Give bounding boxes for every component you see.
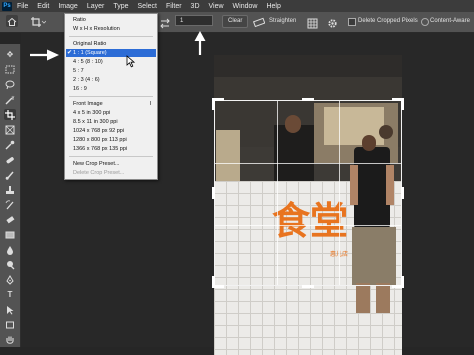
lasso-tool-icon[interactable] bbox=[4, 79, 16, 90]
marquee-tool-icon[interactable] bbox=[4, 64, 16, 75]
dodge-tool-icon[interactable] bbox=[4, 259, 16, 270]
dropdown-item-1024x768[interactable]: 1024 x 768 px 92 ppi bbox=[66, 127, 156, 135]
swap-dimensions-icon[interactable] bbox=[159, 16, 171, 29]
dropdown-item-wxh-resolution[interactable]: W x H x Resolution bbox=[66, 25, 156, 33]
clear-button[interactable]: Clear bbox=[222, 15, 249, 28]
dropdown-item-2-3[interactable]: 2 : 3 (4 : 6) bbox=[66, 76, 156, 84]
dropdown-item-delete-crop-preset: Delete Crop Preset... bbox=[73, 170, 125, 176]
dropdown-item-4x5-300ppi[interactable]: 4 x 5 in 300 ppi bbox=[66, 109, 156, 117]
dropdown-separator bbox=[69, 156, 153, 157]
dropdown-item-8-5x11-300ppi[interactable]: 8.5 x 11 in 300 ppi bbox=[66, 118, 156, 126]
settings-gear-icon[interactable] bbox=[327, 16, 338, 28]
history-brush-tool-icon[interactable] bbox=[4, 199, 16, 210]
dropdown-item-front-image[interactable]: Front Image I bbox=[66, 100, 156, 108]
gradient-tool-icon[interactable] bbox=[4, 229, 16, 240]
crop-tool-icon[interactable] bbox=[4, 109, 16, 120]
dropdown-item-16-9[interactable]: 16 : 9 bbox=[66, 85, 156, 93]
home-icon[interactable] bbox=[6, 15, 18, 27]
delete-cropped-pixels-checkbox[interactable] bbox=[348, 18, 356, 26]
brush-tool-icon[interactable] bbox=[4, 169, 16, 180]
menu-image[interactable]: Image bbox=[58, 3, 77, 10]
crop-handle-bottom[interactable] bbox=[302, 285, 314, 288]
crop-handle-right[interactable] bbox=[401, 187, 404, 199]
menu-view[interactable]: View bbox=[209, 3, 224, 10]
tools-panel: ✥ T bbox=[0, 44, 21, 347]
pen-tool-icon[interactable] bbox=[4, 274, 16, 285]
blur-tool-icon[interactable] bbox=[4, 244, 16, 255]
menu-help[interactable]: Help bbox=[266, 3, 280, 10]
photoshop-logo: Ps bbox=[2, 1, 12, 11]
content-aware-checkbox[interactable] bbox=[421, 18, 429, 26]
menu-file[interactable]: File bbox=[17, 3, 28, 10]
overlay-grid-icon[interactable] bbox=[307, 16, 318, 29]
dropdown-item-original-ratio[interactable]: Original Ratio bbox=[66, 40, 156, 48]
straighten-label[interactable]: Straighten bbox=[269, 18, 296, 24]
crop-handle-top[interactable] bbox=[302, 98, 314, 101]
dropdown-item-5-7[interactable]: 5 : 7 bbox=[66, 67, 156, 75]
dropdown-item-label: 1 : 1 (Square) bbox=[73, 50, 107, 56]
content-aware-label[interactable]: Content-Aware bbox=[430, 18, 470, 24]
menu-layer[interactable]: Layer bbox=[87, 3, 105, 10]
magic-wand-tool-icon[interactable] bbox=[4, 94, 16, 105]
dropdown-item-1280x800[interactable]: 1280 x 800 px 113 ppi bbox=[66, 136, 156, 144]
menu-3d[interactable]: 3D bbox=[191, 3, 200, 10]
menu-type[interactable]: Type bbox=[113, 3, 128, 10]
menu-bar: Ps File Edit Image Layer Type Select Fil… bbox=[0, 0, 474, 12]
menu-filter[interactable]: Filter bbox=[166, 3, 182, 10]
straighten-icon[interactable] bbox=[252, 15, 266, 28]
annotation-arrow-right-icon bbox=[29, 48, 61, 62]
menu-window[interactable]: Window bbox=[233, 3, 258, 10]
crop-ratio-dropdown: Ratio W x H x Resolution Original Ratio … bbox=[64, 13, 158, 180]
dropdown-item-1-1-square[interactable]: ✔ 1 : 1 (Square) bbox=[66, 49, 156, 57]
hand-tool-icon[interactable] bbox=[4, 334, 16, 345]
type-tool-icon[interactable]: T bbox=[4, 289, 16, 300]
menu-edit[interactable]: Edit bbox=[37, 3, 49, 10]
clone-stamp-tool-icon[interactable] bbox=[4, 184, 16, 195]
checkmark-icon: ✔ bbox=[67, 50, 73, 56]
dropdown-item-new-crop-preset[interactable]: New Crop Preset... bbox=[66, 160, 156, 168]
rectangle-tool-icon[interactable] bbox=[4, 319, 16, 330]
dropdown-item-4-5[interactable]: 4 : 5 (8 : 10) bbox=[66, 58, 156, 66]
healing-brush-tool-icon[interactable] bbox=[4, 154, 16, 165]
dropdown-item-1366x768[interactable]: 1366 x 768 px 135 ppi bbox=[66, 145, 156, 153]
dropdown-separator bbox=[69, 36, 153, 37]
move-tool-icon[interactable]: ✥ bbox=[4, 49, 16, 60]
front-image-shortcut: I bbox=[149, 101, 151, 107]
mouse-cursor-icon bbox=[126, 55, 136, 68]
ratio-height-input[interactable]: 1 bbox=[175, 15, 213, 26]
annotation-arrow-up-icon bbox=[193, 30, 207, 56]
crop-tool-preset-icon[interactable] bbox=[30, 15, 47, 27]
eyedropper-tool-icon[interactable] bbox=[4, 139, 16, 150]
eraser-tool-icon[interactable] bbox=[4, 214, 16, 225]
crop-box[interactable] bbox=[212, 98, 404, 288]
frame-tool-icon[interactable] bbox=[4, 124, 16, 135]
crop-handle-left[interactable] bbox=[212, 187, 215, 199]
path-selection-tool-icon[interactable] bbox=[4, 304, 16, 315]
delete-cropped-pixels-label[interactable]: Delete Cropped Pixels bbox=[358, 18, 418, 24]
dropdown-item-label: Front Image bbox=[73, 101, 103, 107]
menu-select[interactable]: Select bbox=[138, 3, 157, 10]
dropdown-item-ratio[interactable]: Ratio bbox=[66, 16, 156, 24]
dropdown-separator bbox=[69, 96, 153, 97]
